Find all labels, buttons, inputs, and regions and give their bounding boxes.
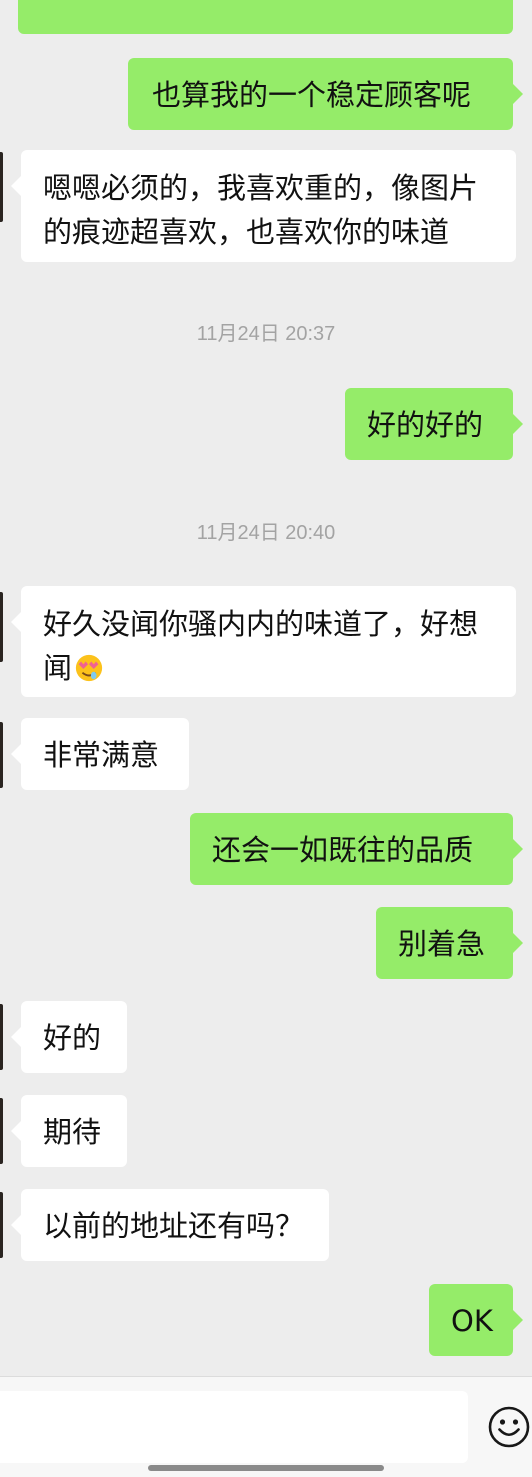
smiley-face-icon[interactable] — [487, 1405, 531, 1449]
chat-message-list[interactable]: 也算我的一个稳定顾客呢 嗯嗯必须的，我喜欢重的，像图片的痕迹超喜欢，也喜欢你的味… — [0, 0, 532, 1380]
bubble-tail — [513, 933, 523, 953]
bubble-tail — [11, 1027, 21, 1047]
home-indicator[interactable] — [148, 1465, 384, 1471]
bubble-tail — [11, 744, 21, 764]
bubble-tail — [513, 1310, 523, 1330]
message-bubble-incoming[interactable]: 好的 — [21, 1001, 127, 1073]
bubble-tail — [11, 176, 21, 196]
message-bubble-incoming[interactable]: 好久没闻你骚内内的味道了，好想闻 — [21, 586, 516, 697]
avatar[interactable] — [0, 1192, 3, 1258]
avatar[interactable] — [0, 152, 3, 222]
bubble-tail — [513, 839, 523, 859]
avatar[interactable] — [0, 1004, 3, 1070]
star-struck-emoji-icon — [75, 654, 103, 682]
avatar[interactable] — [0, 592, 3, 662]
message-bubble-incoming[interactable]: 期待 — [21, 1095, 127, 1167]
bubble-tail — [513, 84, 523, 104]
message-bubble-incoming[interactable]: 嗯嗯必须的，我喜欢重的，像图片的痕迹超喜欢，也喜欢你的味道 — [21, 150, 516, 262]
input-bar — [0, 1376, 532, 1477]
bubble-tail — [513, 414, 523, 434]
timestamp: 11月24日 20:40 — [196, 522, 336, 544]
message-bubble-outgoing[interactable]: OK — [429, 1284, 513, 1356]
message-bubble-partial[interactable] — [18, 0, 513, 34]
message-bubble-outgoing[interactable]: 别着急 — [376, 907, 513, 979]
bubble-tail — [11, 1215, 21, 1235]
avatar[interactable] — [0, 722, 3, 788]
timestamp: 11月24日 20:37 — [196, 323, 336, 345]
avatar[interactable] — [0, 1098, 3, 1164]
message-bubble-incoming[interactable]: 非常满意 — [21, 718, 189, 790]
message-text: 好久没闻你骚内内的味道了，好想闻 — [43, 607, 479, 685]
message-bubble-incoming[interactable]: 以前的地址还有吗？ — [21, 1189, 329, 1261]
message-bubble-outgoing[interactable]: 也算我的一个稳定顾客呢 — [128, 58, 513, 130]
bubble-tail — [11, 1121, 21, 1141]
message-input[interactable] — [0, 1391, 468, 1463]
bubble-tail — [11, 612, 21, 632]
message-bubble-outgoing[interactable]: 好的好的 — [345, 388, 513, 460]
message-bubble-outgoing[interactable]: 还会一如既往的品质 — [190, 813, 513, 885]
